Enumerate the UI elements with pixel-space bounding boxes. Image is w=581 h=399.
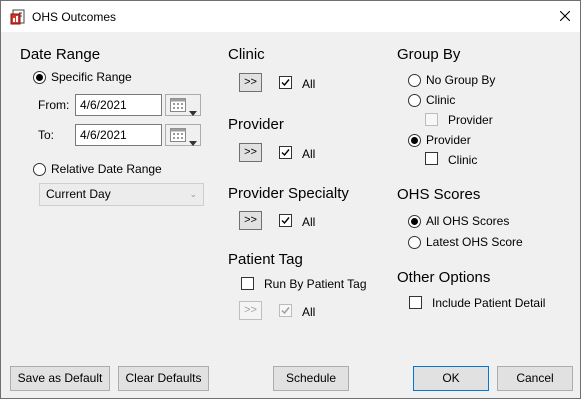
clinic-select-button[interactable]: >> (239, 73, 262, 92)
all-ohs-scores-radio[interactable] (408, 215, 421, 228)
report-app-icon (10, 9, 26, 25)
dropdown-arrow-icon (189, 133, 197, 151)
run-by-patient-tag-label: Run By Patient Tag (264, 277, 367, 291)
title-bar: OHS Outcomes (1, 1, 580, 32)
other-options-heading: Other Options (397, 269, 491, 286)
calendar-icon (170, 97, 187, 118)
clinic-heading: Clinic (228, 46, 265, 63)
provider-specialty-heading: Provider Specialty (228, 185, 349, 202)
include-patient-detail-checkbox[interactable] (409, 296, 422, 309)
all-ohs-scores-label: All OHS Scores (426, 214, 510, 228)
provider-specialty-select-button[interactable]: >> (239, 211, 262, 230)
provider-specialty-all-label: All (302, 215, 316, 229)
group-by-provider-label: Provider (426, 133, 471, 147)
relative-date-range-label: Relative Date Range (51, 162, 162, 176)
no-group-by-label: No Group By (426, 73, 496, 87)
clear-defaults-button[interactable]: Clear Defaults (118, 366, 209, 391)
latest-ohs-score-label: Latest OHS Score (426, 235, 523, 249)
dropdown-arrow-icon (189, 103, 197, 121)
no-group-by-radio[interactable] (408, 74, 421, 87)
provider-sub-clinic-label: Clinic (448, 153, 478, 167)
provider-sub-clinic-checkbox[interactable] (425, 152, 438, 165)
patient-tag-all-label: All (302, 305, 316, 319)
include-patient-detail-label: Include Patient Detail (432, 296, 546, 310)
ohs-outcomes-dialog: OHS Outcomes Date Range Specific Range F… (0, 0, 581, 399)
clinic-all-label: All (302, 77, 316, 91)
ohs-scores-heading: OHS Scores (397, 186, 481, 203)
run-by-patient-tag-checkbox[interactable] (241, 277, 254, 290)
group-by-heading: Group By (397, 46, 461, 63)
to-calendar-button[interactable] (165, 124, 201, 146)
from-calendar-button[interactable] (165, 94, 201, 116)
relative-range-select[interactable]: Current Day ⌄ (39, 183, 204, 206)
group-by-provider-radio[interactable] (408, 134, 421, 147)
provider-select-button[interactable]: >> (239, 143, 262, 162)
date-range-heading: Date Range (20, 46, 101, 63)
to-date-input[interactable]: 4/6/2021 (75, 124, 162, 146)
from-date-input[interactable]: 4/6/2021 (75, 94, 162, 116)
provider-all-label: All (302, 147, 316, 161)
ok-button[interactable]: OK (413, 366, 489, 391)
cancel-button[interactable]: Cancel (497, 366, 573, 391)
save-as-default-button[interactable]: Save as Default (10, 366, 110, 391)
provider-specialty-all-checkbox[interactable] (279, 214, 292, 227)
specific-range-radio[interactable] (33, 71, 46, 84)
provider-all-checkbox[interactable] (279, 146, 292, 159)
close-icon (559, 8, 570, 26)
patient-tag-heading: Patient Tag (228, 251, 303, 268)
latest-ohs-score-radio[interactable] (408, 236, 421, 249)
relative-range-value: Current Day (46, 187, 111, 201)
to-label: To: (38, 128, 55, 142)
patient-tag-select-button[interactable]: >> (239, 301, 262, 320)
from-label: From: (38, 98, 70, 112)
clinic-sub-provider-label: Provider (448, 113, 493, 127)
window-title: OHS Outcomes (32, 10, 117, 24)
specific-range-label: Specific Range (51, 70, 132, 84)
patient-tag-all-checkbox[interactable] (279, 304, 292, 317)
clinic-sub-provider-checkbox[interactable] (425, 113, 438, 126)
relative-date-range-radio[interactable] (33, 163, 46, 176)
calendar-icon (170, 127, 187, 148)
group-by-clinic-label: Clinic (426, 93, 456, 107)
group-by-clinic-radio[interactable] (408, 94, 421, 107)
close-button[interactable] (549, 1, 580, 32)
provider-heading: Provider (228, 116, 284, 133)
clinic-all-checkbox[interactable] (279, 76, 292, 89)
chevron-down-icon: ⌄ (189, 189, 197, 199)
schedule-button[interactable]: Schedule (273, 366, 349, 391)
